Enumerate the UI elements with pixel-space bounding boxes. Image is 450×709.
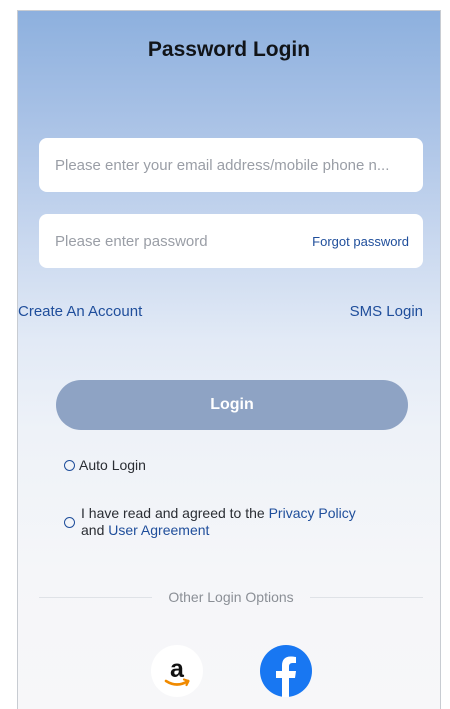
create-account-link[interactable]: Create An Account bbox=[18, 303, 142, 320]
agreement-and: and bbox=[81, 522, 109, 538]
auto-login-radio[interactable] bbox=[64, 459, 75, 471]
svg-text:a: a bbox=[170, 655, 185, 683]
agreement-option[interactable]: I have read and agreed to the Privacy Po… bbox=[64, 505, 404, 539]
sms-login-link[interactable]: SMS Login bbox=[350, 303, 423, 320]
auto-login-label: Auto Login bbox=[79, 457, 146, 473]
account-links: Create An Account SMS Login bbox=[18, 303, 423, 320]
login-button[interactable]: Login bbox=[56, 380, 408, 430]
user-agreement-link[interactable]: User Agreement bbox=[108, 522, 209, 538]
privacy-policy-link[interactable]: Privacy Policy bbox=[269, 505, 356, 521]
facebook-icon bbox=[276, 656, 296, 697]
other-login-label: Other Login Options bbox=[168, 589, 294, 605]
email-field[interactable]: Please enter your email address/mobile p… bbox=[39, 138, 423, 192]
page-title: Password Login bbox=[147, 38, 311, 61]
email-placeholder: Please enter your email address/mobile p… bbox=[55, 156, 390, 174]
amazon-icon: a bbox=[164, 655, 190, 687]
agreement-radio[interactable] bbox=[64, 516, 75, 528]
forgot-password-link[interactable]: Forgot password bbox=[312, 234, 409, 249]
password-placeholder: Please enter password bbox=[55, 232, 208, 250]
divider-line-left bbox=[39, 596, 153, 598]
divider-line-right bbox=[309, 596, 424, 598]
agreement-text: I have read and agreed to the Privacy Po… bbox=[81, 505, 356, 539]
agreement-prefix: I have read and agreed to the bbox=[81, 505, 269, 521]
facebook-login-button[interactable] bbox=[260, 645, 312, 697]
amazon-login-button[interactable]: a bbox=[151, 645, 203, 697]
auto-login-option[interactable]: Auto Login bbox=[64, 457, 146, 473]
other-login-divider: Other Login Options bbox=[39, 589, 424, 605]
password-field[interactable]: Please enter password Forgot password bbox=[39, 214, 423, 268]
login-screen: Password Login Please enter your email a… bbox=[17, 10, 441, 709]
